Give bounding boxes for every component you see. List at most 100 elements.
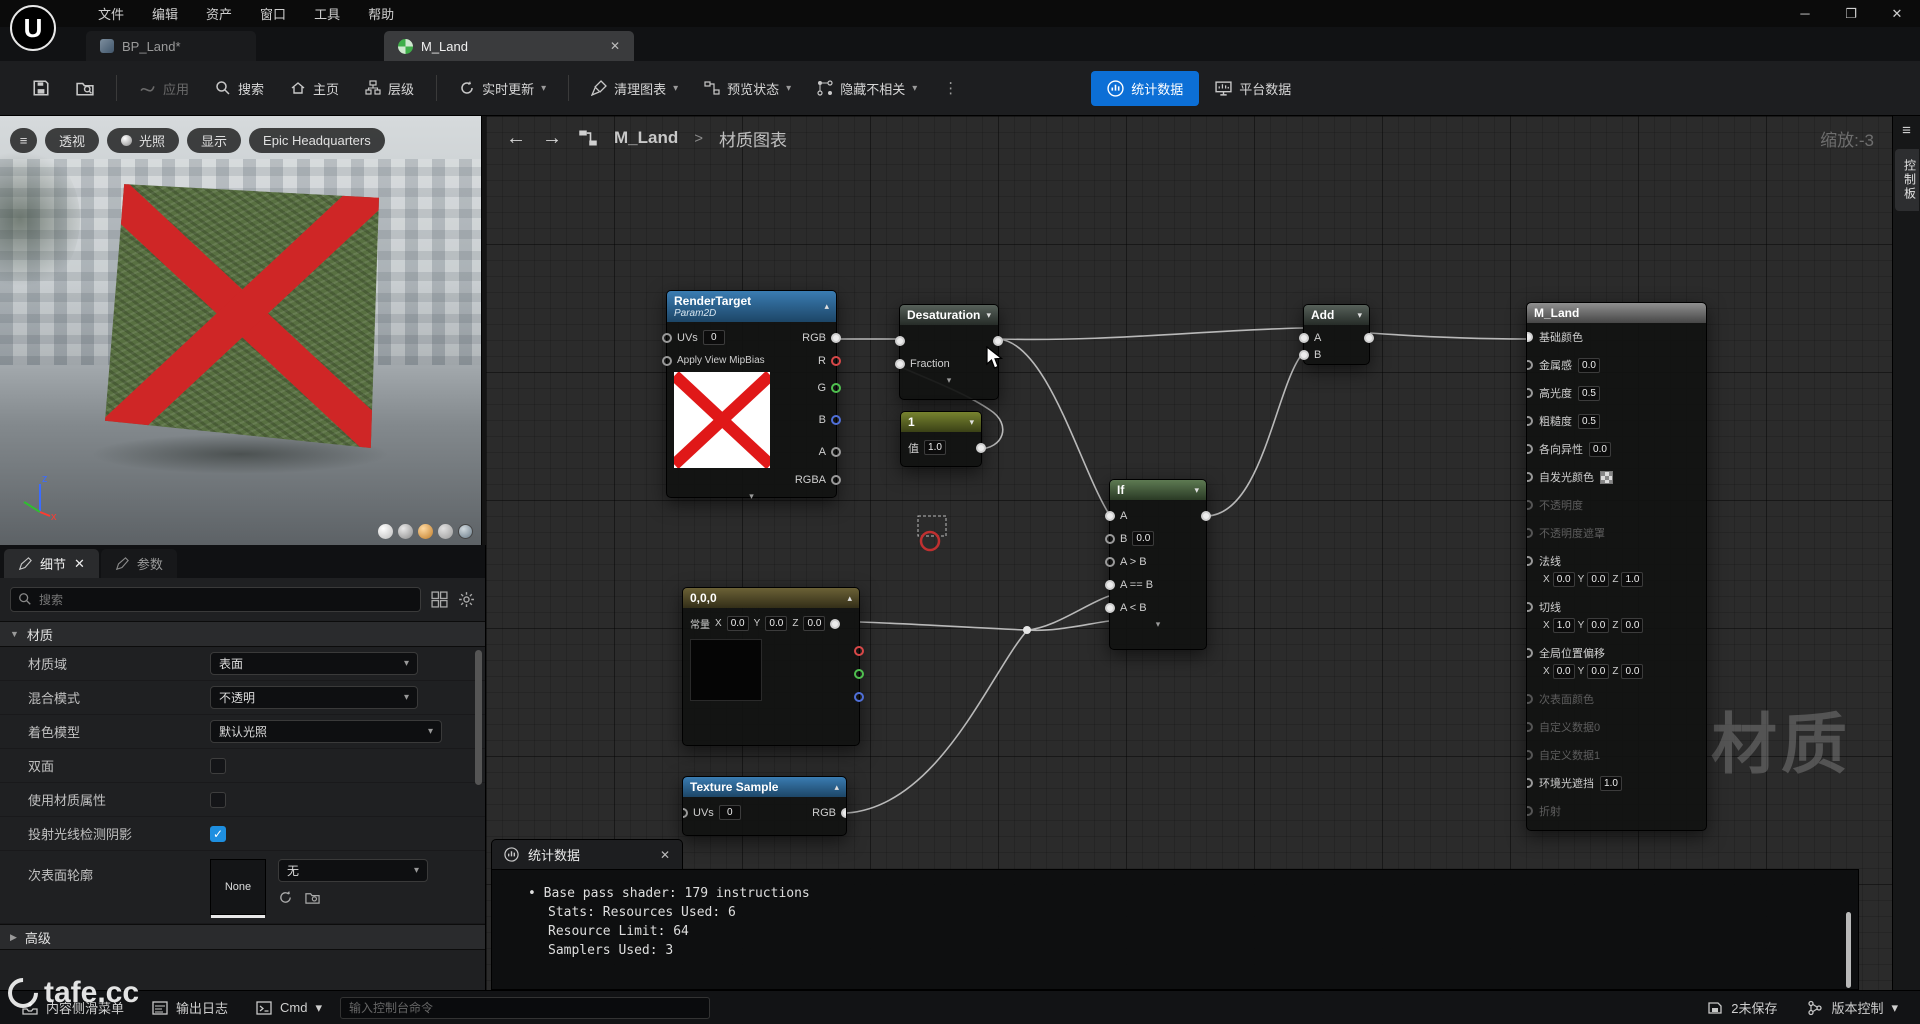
pin-g-output[interactable] — [831, 383, 841, 393]
expand-icon[interactable]: ▾ — [907, 375, 991, 387]
tab-bp-land[interactable]: BP_Land* — [86, 31, 256, 61]
stats-scrollbar[interactable] — [1846, 912, 1851, 988]
menu-file[interactable]: 文件 — [86, 0, 136, 27]
pin-uvs-input[interactable] — [683, 807, 688, 818]
pin-normal[interactable]: 法线 X 0.0 Y 0.0 Z 1.0 — [1527, 547, 1706, 593]
pin-specular[interactable]: 高光度 0.5 — [1527, 379, 1706, 407]
stats-button[interactable]: 统计数据 — [1091, 70, 1200, 106]
pin-emissive-color[interactable]: 自发光颜色 — [1527, 463, 1706, 491]
tab-close-icon[interactable]: ✕ — [660, 848, 670, 862]
pin-input[interactable] — [1527, 602, 1533, 612]
pin-rgb-output[interactable] — [831, 332, 841, 343]
breadcrumb-root[interactable]: M_Land — [614, 128, 678, 148]
menu-edit[interactable]: 编辑 — [140, 0, 190, 27]
node-texture-sample[interactable]: Texture Sample ▴ UVs 0 RGB — [682, 776, 847, 836]
home-button[interactable]: 主页 — [280, 71, 349, 106]
pin-input[interactable] — [1527, 332, 1533, 342]
pin-input[interactable] — [1527, 416, 1533, 426]
pin-mipbias-input[interactable] — [662, 355, 672, 366]
pin-input[interactable] — [1527, 648, 1533, 658]
sphere-icon[interactable] — [398, 524, 413, 539]
hide-unrelated-button[interactable]: 隐藏不相关 ▾ — [807, 71, 927, 106]
x-value[interactable]: 0.0 — [726, 616, 749, 631]
pin-r-output[interactable] — [854, 645, 864, 656]
node-add[interactable]: Add ▾ A B — [1299, 304, 1374, 365]
pin-input[interactable] — [1527, 722, 1533, 732]
scene-select-button[interactable]: Epic Headquarters — [249, 128, 385, 153]
pin-output[interactable] — [1201, 510, 1211, 521]
save-button[interactable] — [22, 71, 60, 105]
platform-stats-button[interactable]: 平台数据 — [1205, 71, 1301, 106]
pin-custom-data-1[interactable]: 自定义数据1 — [1527, 741, 1706, 769]
display-filter-icon[interactable] — [431, 591, 448, 608]
two-sided-checkbox[interactable] — [210, 757, 226, 774]
pin-roughness[interactable]: 粗糙度 0.5 — [1527, 407, 1706, 435]
collapse-icon[interactable]: ▴ — [834, 782, 839, 793]
collapse-icon[interactable]: ▴ — [847, 593, 852, 604]
gear-icon[interactable] — [458, 591, 475, 608]
y-value[interactable]: 0.0 — [765, 616, 788, 631]
pin-output[interactable] — [830, 618, 841, 629]
pin-input[interactable] — [1527, 500, 1533, 510]
blend-mode-dropdown[interactable]: 不透明 ▾ — [210, 686, 418, 709]
node-constant-3vector[interactable]: 0,0,0 ▴ 常量 X 0.0 Y 0.0 Z 0.0 — [682, 587, 864, 746]
pin-custom-data-0[interactable]: 自定义数据0 — [1527, 713, 1706, 741]
sphere-icon[interactable] — [458, 524, 473, 539]
use-selected-icon[interactable] — [278, 890, 293, 905]
viewport-menu-button[interactable]: ≡ — [10, 128, 37, 153]
pin-input[interactable] — [1527, 806, 1533, 816]
menu-asset[interactable]: 资产 — [194, 0, 244, 27]
section-material[interactable]: ▼ 材质 — [0, 621, 485, 647]
tab-close-icon[interactable]: ✕ — [610, 39, 620, 53]
pin-input[interactable] — [895, 335, 905, 346]
pin-a-output[interactable] — [831, 447, 841, 457]
lit-mode-button[interactable]: 光照 — [107, 128, 180, 153]
pin-a-input[interactable] — [1299, 332, 1309, 343]
pin-subsurface-color[interactable]: 次表面颜色 — [1527, 685, 1706, 713]
more-options-button[interactable]: ⋮ — [933, 71, 969, 105]
pin-base-color[interactable]: 基础颜色 — [1527, 323, 1706, 351]
clean-graph-button[interactable]: 清理图表 ▾ — [581, 71, 688, 106]
pin-pixel-depth-offset[interactable]: 像素深度偏移 (Camera Vector) — [1527, 825, 1706, 830]
pin-input[interactable] — [1527, 556, 1533, 566]
tab-details[interactable]: 细节 ✕ — [4, 549, 99, 578]
node-material-result[interactable]: M_Land 基础颜色 金属感 0.0 高光度 0.5 粗糙度 0.5 各向异性… — [1526, 302, 1707, 831]
pin-anisotropy[interactable]: 各向异性 0.0 — [1527, 435, 1706, 463]
hamburger-icon[interactable]: ≡ — [1893, 116, 1920, 139]
details-search-input[interactable] — [10, 587, 421, 612]
pin-input[interactable] — [1527, 528, 1533, 538]
pin-b-input[interactable] — [1299, 349, 1309, 360]
node-render-target[interactable]: RenderTarget Param2D ▴ UVs 0 RGB Apply V… — [662, 290, 841, 501]
menu-tools[interactable]: 工具 — [302, 0, 352, 27]
close-button[interactable]: ✕ — [1874, 0, 1920, 27]
pin-b-output[interactable] — [854, 691, 864, 702]
collapse-icon[interactable]: ▾ — [986, 310, 991, 321]
collapse-icon[interactable]: ▾ — [1194, 485, 1199, 496]
pin-opacity-mask[interactable]: 不透明度遮罩 — [1527, 519, 1706, 547]
tab-close-icon[interactable]: ✕ — [74, 556, 85, 572]
pin-tangent[interactable]: 切线 X 1.0 Y 0.0 Z 0.0 — [1527, 593, 1706, 639]
material-graph-canvas[interactable]: 材质 ← → M_Land > 材质图表 缩放:-3 RenderTarget … — [486, 116, 1892, 990]
node-if[interactable]: If ▾ A B 0.0 A > B A == B A < B ▾ — [1105, 479, 1211, 650]
sphere-icon[interactable] — [438, 524, 453, 539]
stats-panel-tab[interactable]: 统计数据 ✕ — [491, 839, 683, 869]
breadcrumb-leaf[interactable]: 材质图表 — [719, 126, 787, 151]
pin-opacity[interactable]: 不透明度 — [1527, 491, 1706, 519]
collapse-icon[interactable]: ▾ — [969, 417, 974, 428]
shading-model-dropdown[interactable]: 默认光照 ▾ — [210, 720, 442, 743]
pin-output[interactable] — [976, 442, 986, 453]
pin-refraction[interactable]: 折射 — [1527, 797, 1706, 825]
cmd-selector[interactable]: Cmd ▾ — [246, 995, 332, 1021]
details-scrollbar[interactable] — [475, 650, 482, 785]
pin-input[interactable] — [1527, 778, 1533, 788]
apply-button[interactable]: 应用 — [129, 71, 199, 106]
menu-help[interactable]: 帮助 — [356, 0, 406, 27]
z-value[interactable]: 0.0 — [803, 616, 826, 631]
expand-icon[interactable]: ▾ — [1117, 619, 1199, 631]
pin-g-output[interactable] — [854, 668, 864, 679]
pin-a-equals-b-input[interactable] — [1105, 579, 1115, 590]
pin-uvs-input[interactable] — [662, 332, 672, 343]
output-log-button[interactable]: 输出日志 — [142, 993, 238, 1022]
pin-input[interactable] — [1527, 444, 1533, 454]
pin-b-output[interactable] — [831, 415, 841, 425]
